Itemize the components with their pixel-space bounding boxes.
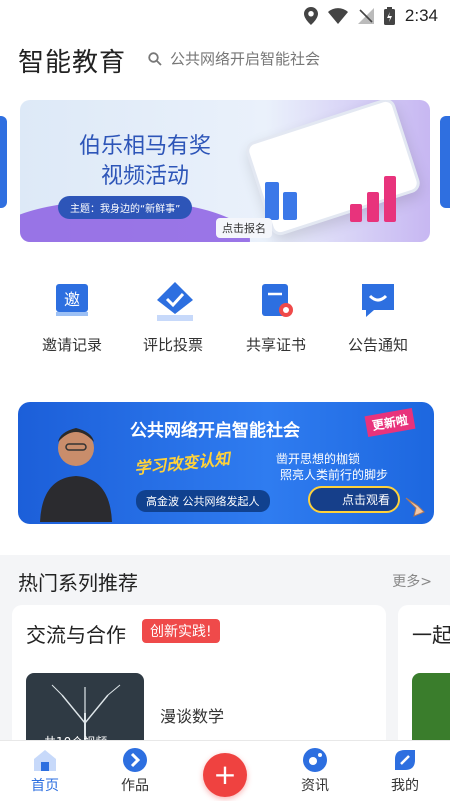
section-header: 热门系列推荐 更多> (0, 555, 450, 605)
battery-icon (383, 7, 395, 25)
app-title-part2: 教育 (72, 48, 127, 78)
tab-profile[interactable]: 我的 (370, 747, 440, 795)
search-icon (148, 51, 162, 66)
quick-menu: 邀 邀请记录 评比投票 共享证书 公告通知 (0, 250, 450, 380)
search-bar[interactable]: 公共网络开启智能社会 (148, 48, 320, 69)
update-badge: 更新啦 (364, 407, 416, 438)
certificate-icon (256, 280, 296, 320)
menu-item-invite-records[interactable]: 邀 邀请记录 (27, 280, 117, 355)
chart-illustration-bar (367, 192, 379, 222)
clock: 2:34 (404, 6, 438, 25)
speaker-photo (40, 428, 112, 522)
chart-illustration-bar (384, 176, 396, 222)
notice-icon (358, 280, 398, 320)
vote-icon (153, 280, 193, 321)
menu-item-label: 邀请记录 (41, 336, 102, 354)
previous-banner-edge[interactable] (0, 116, 7, 208)
promo-author: 高金波 公共网络发起人 (136, 490, 270, 512)
promo-line1: 凿开思想的枷锁 (276, 452, 361, 466)
promo-section: 公共网络开启智能社会 更新啦 学习改变认知 凿开思想的枷锁 照亮人类前行的脚步 … (0, 380, 450, 555)
chart-illustration-bar (350, 204, 362, 222)
tab-news[interactable]: 资讯 (280, 747, 350, 795)
menu-item-label: 公告通知 (347, 336, 408, 354)
news-icon (302, 747, 328, 773)
profile-icon (392, 747, 418, 773)
series-card-title: 交流与合作 (26, 623, 126, 647)
promo-title: 公共网络开启智能社会 (130, 421, 300, 441)
banner-headline-line2: 视频活动 (100, 164, 189, 189)
next-banner-edge[interactable] (440, 116, 450, 208)
menu-item-vote[interactable]: 评比投票 (128, 280, 218, 355)
search-text: 公共网络开启智能社会 (170, 50, 321, 68)
status-bar: 2:34 (0, 0, 450, 32)
series-item-title: 漫谈数学 (160, 707, 225, 726)
signal-icon (357, 8, 374, 24)
add-button[interactable]: + (203, 753, 247, 797)
banner-headline-line1: 伯乐相马有奖 (78, 134, 211, 159)
chart-illustration-bar (283, 192, 297, 220)
promo-line2: 照亮人类前行的脚步 (280, 468, 389, 482)
activity-banner[interactable]: 伯乐相马有奖 视频活动 主题：我身边的“新鲜事” 点击报名 (20, 100, 430, 242)
watch-button[interactable]: 点击观看 (307, 486, 400, 513)
section-title: 热门系列推荐 (18, 571, 138, 595)
banner-carousel[interactable]: 伯乐相马有奖 视频活动 主题：我身边的“新鲜事” 点击报名 (0, 90, 450, 250)
app-title: 智能教育 (18, 42, 126, 79)
hand-pointer-icon (405, 497, 425, 517)
signup-button[interactable]: 点击报名 (216, 218, 272, 238)
tab-label: 我的 (391, 778, 419, 794)
tab-home[interactable]: 首页 (10, 747, 80, 795)
menu-item-share-certificate[interactable]: 共享证书 (231, 280, 321, 355)
invite-icon-glyph: 邀 (64, 290, 80, 309)
series-card-title: 一起 (412, 623, 450, 647)
tab-label: 作品 (121, 778, 149, 794)
tab-label: 首页 (31, 778, 59, 794)
menu-item-label: 共享证书 (245, 336, 306, 354)
banner-subtitle: 主题：我身边的“新鲜事” (58, 196, 193, 219)
wifi-icon (327, 8, 348, 24)
banner-headline: 伯乐相马有奖 视频活动 (70, 132, 220, 192)
bottom-tab-bar: 首页 作品 + 资讯 我的 (0, 740, 450, 801)
promo-slogan: 学习改变认知 (133, 449, 231, 478)
location-icon (303, 7, 318, 25)
more-link[interactable]: 更多> (392, 571, 432, 591)
chart-illustration-bar (265, 182, 279, 220)
home-icon (32, 747, 58, 773)
promo-banner[interactable]: 公共网络开启智能社会 更新啦 学习改变认知 凿开思想的枷锁 照亮人类前行的脚步 … (18, 402, 434, 524)
menu-item-label: 评比投票 (142, 336, 203, 354)
tab-works[interactable]: 作品 (100, 747, 170, 795)
tab-label: 资讯 (301, 778, 329, 794)
series-badge: 创新实践! (142, 619, 220, 643)
menu-item-announcements[interactable]: 公告通知 (333, 280, 423, 355)
header: 智能教育 公共网络开启智能社会 (0, 32, 450, 90)
app-title-part1: 智能 (18, 48, 73, 78)
invite-icon: 邀 (52, 280, 92, 320)
works-icon (122, 747, 148, 773)
